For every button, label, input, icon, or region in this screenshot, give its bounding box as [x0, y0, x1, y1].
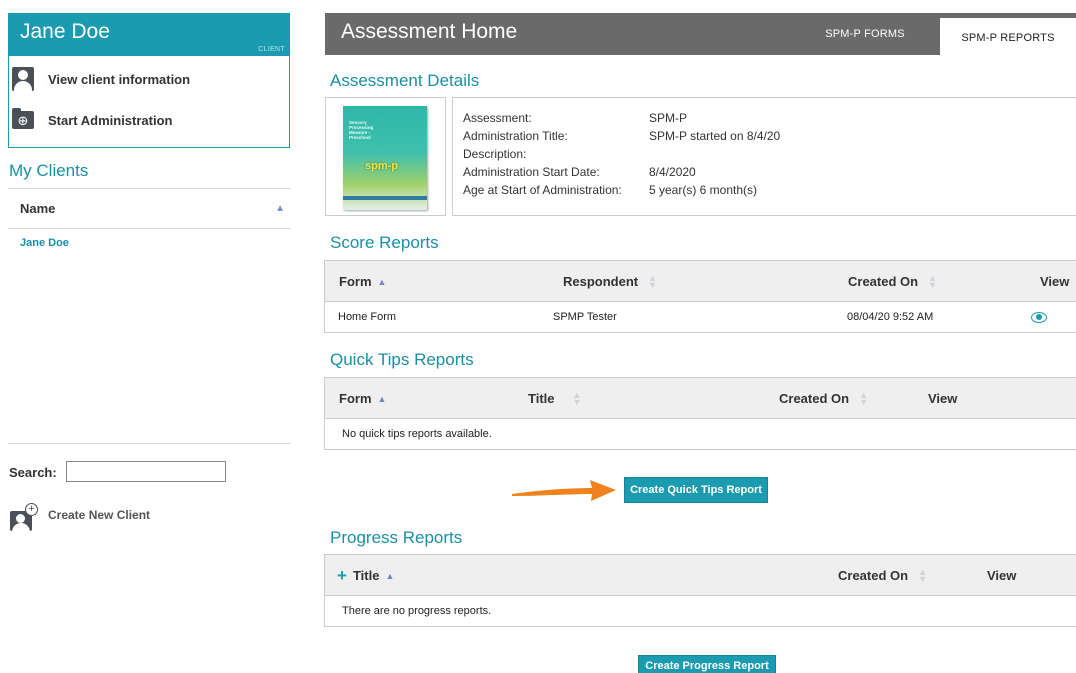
- cell-form: Home Form: [338, 311, 397, 323]
- cell-created-on: 08/04/20 9:52 AM: [847, 311, 934, 323]
- assessment-details-box: Assessment: SPM-P Administration Title: …: [452, 97, 1076, 216]
- empty-message: No quick tips reports available.: [342, 428, 492, 440]
- quick-tips-header: Form ▲ Title ▲ ▼ Created On ▲ ▼ View: [325, 378, 1076, 419]
- page-title: Assessment Home: [341, 20, 518, 43]
- column-header-created-on[interactable]: Created On ▲ ▼: [779, 378, 868, 419]
- progress-reports-header: + Title ▲ Created On ▲ ▼ View: [325, 555, 1076, 596]
- eye-icon: [1031, 312, 1047, 323]
- column-header-view: View: [987, 568, 1017, 583]
- column-header-title[interactable]: + Title ▲: [337, 555, 394, 596]
- view-client-info-label: View client information: [48, 71, 191, 87]
- sidebar-divider: [8, 443, 291, 444]
- clients-table: Name ▲: [8, 188, 291, 229]
- column-header-view: View: [1040, 274, 1070, 289]
- client-name: Jane Doe: [20, 20, 110, 43]
- column-header-created-on[interactable]: Created On ▲ ▼: [838, 555, 927, 596]
- spm-p-cover-image: Sensory Processing Measure - Preschool s…: [343, 106, 427, 210]
- assessment-cover-frame: Sensory Processing Measure - Preschool s…: [325, 97, 446, 216]
- score-reports-title: Score Reports: [330, 233, 439, 252]
- progress-reports-title: Progress Reports: [330, 528, 463, 547]
- start-administration-link[interactable]: ⊕ Start Administration: [12, 107, 172, 133]
- person-icon: [12, 67, 34, 91]
- cover-logo: spm-p: [365, 160, 398, 172]
- create-new-client-link[interactable]: + Create New Client: [10, 503, 150, 531]
- empty-row: No quick tips reports available.: [325, 419, 1076, 449]
- clients-name-header-label: Name: [20, 201, 56, 216]
- clients-name-header[interactable]: Name ▲: [8, 188, 291, 229]
- client-tag: CLIENT: [258, 46, 285, 53]
- column-header-title[interactable]: Title ▲ ▼: [528, 378, 581, 419]
- quick-tips-table: Form ▲ Title ▲ ▼ Created On ▲ ▼ View No quick…: [324, 377, 1076, 450]
- assessment-details-title: Assessment Details: [330, 71, 480, 90]
- column-header-created-on[interactable]: Created On ▲ ▼: [848, 261, 937, 302]
- empty-message: There are no progress reports.: [342, 605, 492, 617]
- progress-reports-table: + Title ▲ Created On ▲ ▼ View There are no …: [324, 554, 1076, 627]
- search-input[interactable]: [66, 461, 226, 482]
- column-header-view: View: [928, 391, 958, 406]
- table-row: Home Form SPMP Tester 08/04/20 9:52 AM: [325, 302, 1076, 332]
- my-clients-title: My Clients: [9, 161, 89, 180]
- tab-spm-p-forms[interactable]: SPM-P FORMS: [805, 13, 925, 55]
- orange-arrow-icon: [512, 480, 616, 501]
- add-person-icon: +: [10, 503, 38, 531]
- folder-plus-icon: ⊕: [12, 108, 34, 129]
- create-quick-tips-report-button[interactable]: Create Quick Tips Report: [624, 477, 768, 503]
- view-client-info-link[interactable]: View client information: [12, 66, 190, 92]
- client-list-item[interactable]: Jane Doe: [20, 237, 69, 249]
- search-label: Search:: [9, 465, 57, 480]
- client-header: Jane Doe CLIENT: [9, 14, 289, 56]
- start-administration-label: Start Administration: [48, 112, 173, 128]
- column-header-form[interactable]: Form ▲: [339, 378, 386, 419]
- score-reports-header: Form ▲ Respondent ▲ ▼ Created On ▲ ▼ View: [325, 261, 1076, 302]
- cover-text: Sensory Processing Measure - Preschool: [349, 120, 374, 140]
- view-report-button[interactable]: [1031, 302, 1047, 332]
- sort-ascending-icon: ▲: [275, 203, 285, 214]
- tab-spm-p-reports[interactable]: SPM-P REPORTS: [940, 18, 1076, 55]
- create-progress-report-button[interactable]: Create Progress Report: [638, 655, 776, 673]
- create-new-client-label: Create New Client: [48, 508, 151, 522]
- column-header-respondent[interactable]: Respondent ▲ ▼: [563, 261, 657, 302]
- score-reports-table: Form ▲ Respondent ▲ ▼ Created On ▲ ▼ View Hom…: [324, 260, 1076, 333]
- empty-row: There are no progress reports.: [325, 596, 1076, 626]
- plus-icon[interactable]: +: [337, 566, 347, 586]
- quick-tips-reports-title: Quick Tips Reports: [330, 350, 474, 369]
- column-header-form[interactable]: Form ▲: [339, 261, 386, 302]
- main-header: Assessment Home SPM-P FORMS SPM-P REPORT…: [325, 13, 1076, 55]
- cell-respondent: SPMP Tester: [553, 311, 617, 323]
